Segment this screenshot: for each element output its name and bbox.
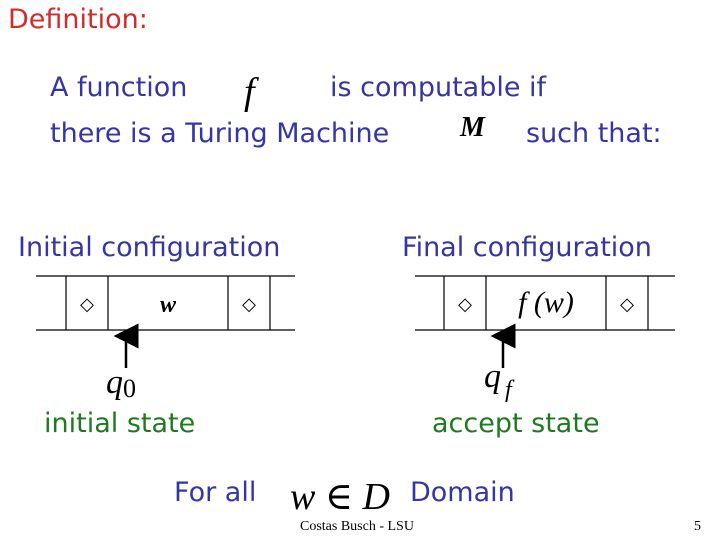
final-tape: ◇ f (w) ◇	[415, 275, 675, 368]
blank-symbol: ◇	[458, 294, 472, 315]
quantifier-suffix: Domain	[410, 477, 515, 508]
state-subscript: 0	[123, 374, 136, 403]
accept-state-label: accept state	[432, 408, 600, 439]
blank-symbol: ◇	[242, 294, 256, 315]
state-subscript: f	[505, 377, 512, 403]
accept-state-symbol: qf	[484, 358, 512, 404]
tape-diagrams: ◇ w ◇ ◇ f (w) ◇	[36, 275, 675, 368]
input-symbol: w	[160, 292, 177, 318]
page-number: 5	[694, 519, 701, 534]
output-symbol: f (w)	[518, 286, 574, 319]
initial-tape: ◇ w ◇	[36, 275, 295, 368]
state-letter: q	[106, 364, 123, 401]
blank-symbol: ◇	[80, 294, 94, 315]
state-letter: q	[484, 358, 501, 395]
domain-membership-expression: w ∈ D	[290, 476, 390, 518]
blank-symbol: ◇	[620, 294, 634, 315]
initial-state-symbol: q0	[106, 364, 136, 404]
footer-author: Costas Busch - LSU	[300, 519, 414, 534]
initial-state-label: initial state	[44, 408, 196, 439]
quantifier-prefix: For all	[174, 477, 257, 508]
